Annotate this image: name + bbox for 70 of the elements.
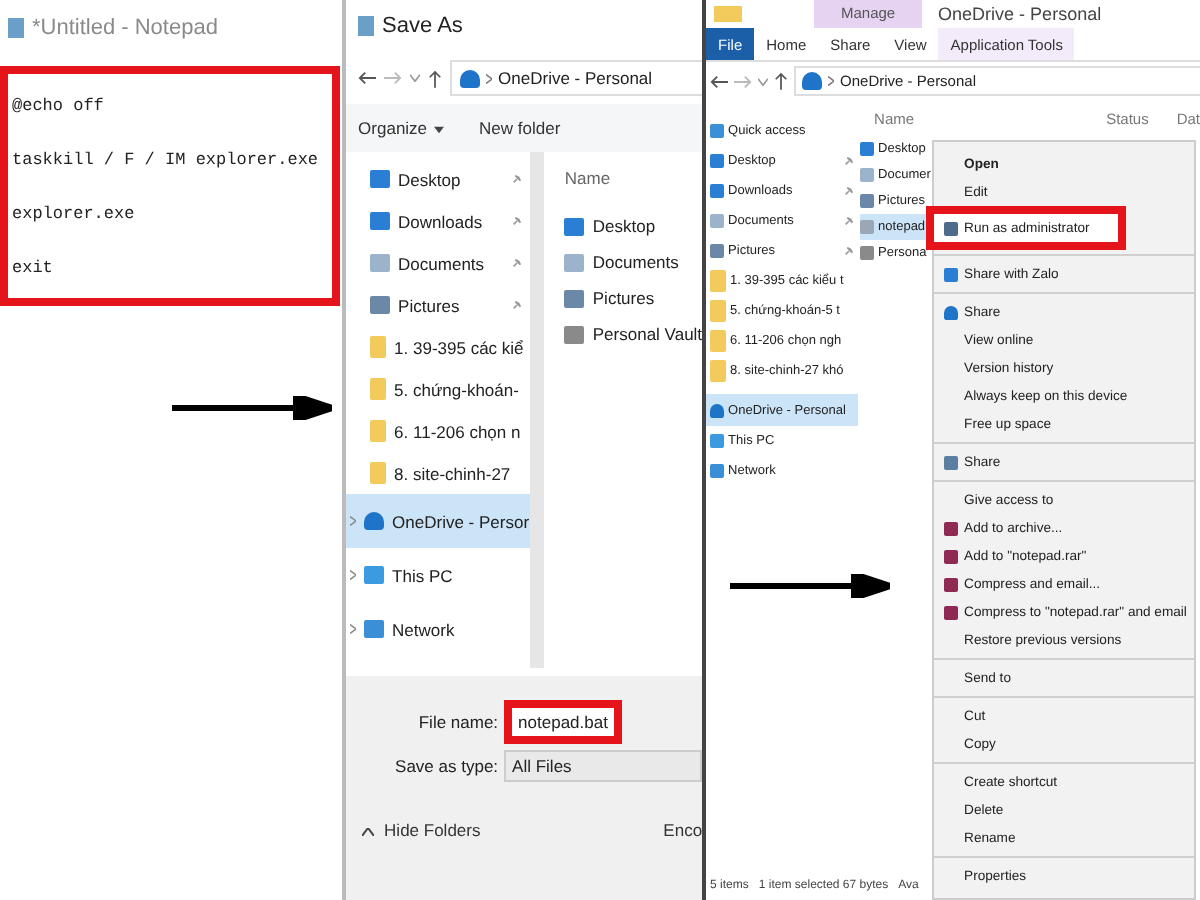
field-label: File name: [416, 712, 499, 732]
nav-item[interactable]: 5. chứng-khoán- [346, 368, 530, 410]
pin-icon [844, 156, 855, 166]
folder-icon [370, 378, 387, 400]
nav-item[interactable]: OneDrive - Persor [346, 494, 530, 548]
nav-item[interactable]: Downloads [346, 200, 530, 242]
folder-icon [710, 300, 727, 322]
pin-icon [844, 246, 855, 256]
cloud-icon [944, 305, 959, 319]
nav-item[interactable]: Desktop [346, 158, 530, 200]
caret-icon [433, 126, 444, 134]
folder-icon [370, 462, 387, 484]
pin-icon [511, 300, 522, 310]
file-item[interactable]: Desktop [564, 208, 703, 244]
nav-item[interactable]: 1. 39-395 các kiể [346, 326, 530, 368]
back-icon[interactable] [358, 70, 377, 86]
pin-icon [511, 258, 522, 268]
scrollbar[interactable] [529, 152, 545, 668]
field-label: Save as type: [393, 756, 499, 776]
folder-icon [710, 270, 727, 292]
text-area[interactable]: @echo off taskkill / F / IM explorer.exe explorer.exe exit [0, 66, 340, 306]
caret-icon[interactable] [410, 74, 421, 82]
file-item[interactable]: Pictures [564, 280, 703, 316]
pin-icon [844, 186, 855, 196]
code-line: @echo off [12, 95, 106, 115]
dialog-title: Save As [382, 14, 463, 38]
toolbar-button[interactable]: New folder [479, 116, 561, 140]
chevron-icon [486, 73, 493, 83]
chevron-icon [828, 76, 835, 86]
folder-icon [370, 336, 387, 358]
cloud-icon [802, 72, 823, 90]
forward-icon[interactable] [384, 70, 403, 86]
file-type-dropdown[interactable]: All Files [504, 750, 703, 782]
nav-item[interactable]: 6. 11-206 chọn n [346, 410, 530, 452]
cloud-icon [710, 403, 725, 417]
address-bar[interactable]: OneDrive - Personal [450, 60, 703, 96]
column-header[interactable]: Name [564, 152, 703, 208]
caret-icon[interactable] [758, 77, 769, 85]
cloud-icon [460, 69, 481, 87]
file-name-field[interactable]: notepad.bat [504, 700, 622, 744]
nav-item[interactable]: Pictures [346, 284, 530, 326]
back-icon[interactable] [710, 73, 729, 89]
window-title: OneDrive - Personal [938, 4, 1102, 24]
nav-item[interactable]: Network [346, 602, 530, 656]
address-text: OneDrive - Personal [498, 68, 653, 88]
nav-item[interactable]: Documents [346, 242, 530, 284]
code-line: exit [12, 257, 55, 277]
file-item[interactable]: Documents [564, 244, 703, 280]
encoding-label: Enco [663, 820, 703, 840]
file-item[interactable]: Personal Vault [564, 316, 703, 352]
caret-icon [362, 828, 375, 836]
folder-icon [710, 330, 727, 352]
folder-icon [370, 420, 387, 442]
nav-item[interactable]: This PC [346, 548, 530, 602]
hide-folders-button[interactable]: Hide Folders [362, 820, 481, 840]
chevron-icon[interactable] [350, 624, 357, 634]
pin-icon [844, 216, 855, 226]
code-line: taskkill / F / IM explorer.exe [12, 149, 321, 169]
chevron-icon[interactable] [350, 570, 357, 580]
pin-icon [511, 174, 522, 184]
up-icon[interactable] [428, 69, 443, 87]
chevron-icon[interactable] [350, 516, 357, 526]
folder-icon [710, 360, 727, 382]
pin-icon [511, 216, 522, 226]
window-title: *Untitled - Notepad [32, 16, 218, 40]
up-icon[interactable] [774, 72, 789, 90]
code-line: explorer.exe [12, 203, 137, 223]
cloud-icon [364, 512, 385, 530]
nav-item[interactable]: 8. site-chinh-27 [346, 452, 530, 494]
toolbar-button[interactable]: Organize [358, 116, 444, 140]
